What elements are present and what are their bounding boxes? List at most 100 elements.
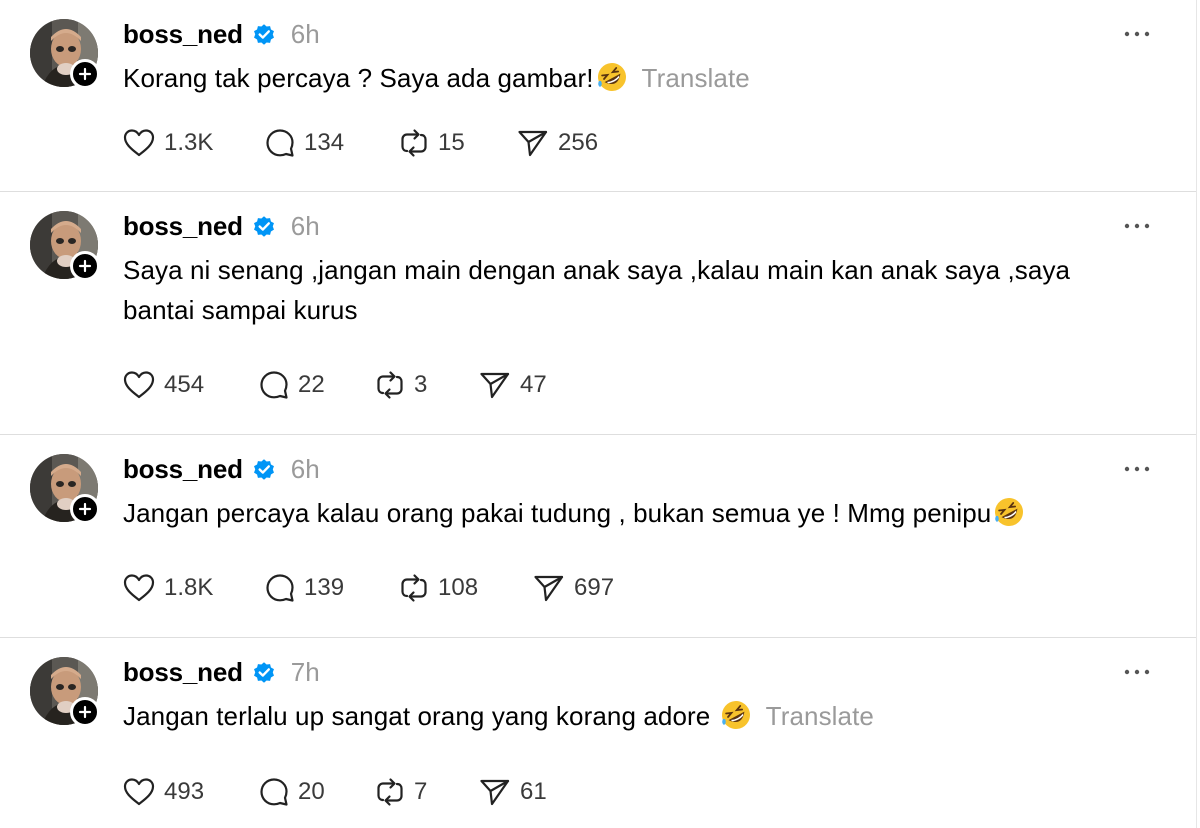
send-icon bbox=[534, 575, 564, 602]
more-options-icon[interactable] bbox=[1122, 22, 1152, 46]
like-count: 493 bbox=[164, 778, 205, 805]
comment-icon bbox=[266, 574, 294, 602]
action-bar: 493 20 7 61 bbox=[122, 774, 547, 810]
like-button[interactable]: 1.8K bbox=[122, 570, 264, 606]
repost-icon bbox=[401, 574, 427, 602]
username[interactable]: boss_ned bbox=[123, 454, 243, 485]
send-icon bbox=[518, 130, 548, 157]
reply-count: 139 bbox=[304, 574, 345, 601]
post-header: boss_ned 6h bbox=[123, 14, 320, 54]
reply-count: 22 bbox=[298, 371, 325, 398]
post-header: boss_ned 6h bbox=[123, 449, 320, 489]
post-body: Jangan percaya kalau orang pakai tudung … bbox=[123, 498, 992, 528]
username[interactable]: boss_ned bbox=[123, 211, 243, 242]
plus-icon bbox=[78, 67, 92, 81]
comment-icon bbox=[260, 371, 288, 399]
comment-icon bbox=[266, 129, 294, 157]
action-bar: 1.8K 139 108 697 bbox=[122, 570, 614, 606]
rolling-on-floor-laughing-emoji-icon bbox=[721, 701, 750, 729]
reply-button[interactable]: 134 bbox=[264, 125, 398, 161]
send-icon bbox=[480, 372, 510, 399]
rolling-on-floor-laughing-emoji-icon bbox=[597, 62, 626, 91]
verified-badge-icon bbox=[253, 459, 274, 480]
avatar-container[interactable] bbox=[30, 454, 102, 526]
reply-count: 134 bbox=[304, 129, 345, 156]
comment-icon bbox=[260, 778, 288, 806]
share-count: 697 bbox=[574, 574, 615, 601]
translate-link[interactable]: Translate bbox=[642, 63, 750, 93]
avatar-container[interactable] bbox=[30, 657, 102, 729]
more-options-icon[interactable] bbox=[1122, 660, 1152, 684]
share-button[interactable]: 61 bbox=[478, 774, 547, 810]
post-text: Korang tak percaya ? Saya ada gambar! Tr… bbox=[123, 58, 1163, 98]
username[interactable]: boss_ned bbox=[123, 19, 243, 50]
repost-icon bbox=[377, 778, 403, 806]
post-time[interactable]: 6h bbox=[291, 454, 320, 485]
translate-link[interactable]: Translate bbox=[766, 701, 874, 731]
repost-button[interactable]: 3 bbox=[374, 367, 478, 403]
repost-button[interactable]: 15 bbox=[398, 125, 516, 161]
repost-button[interactable]: 108 bbox=[398, 570, 532, 606]
like-button[interactable]: 493 bbox=[122, 774, 258, 810]
post-text: Jangan terlalu up sangat orang yang kora… bbox=[123, 696, 1163, 736]
more-options-icon[interactable] bbox=[1122, 214, 1152, 238]
post-time[interactable]: 6h bbox=[291, 211, 320, 242]
action-bar: 454 22 3 47 bbox=[122, 367, 547, 403]
plus-icon bbox=[78, 705, 92, 719]
post-body-line: Saya ni senang ,jangan main dengan anak … bbox=[123, 255, 1071, 285]
repost-count: 3 bbox=[414, 371, 428, 398]
post-time[interactable]: 7h bbox=[291, 657, 320, 688]
rolling-on-floor-laughing-emoji-icon bbox=[995, 498, 1024, 526]
heart-icon bbox=[123, 778, 155, 806]
avatar-container[interactable] bbox=[30, 211, 102, 283]
share-button[interactable]: 256 bbox=[516, 125, 598, 161]
heart-icon bbox=[123, 371, 155, 399]
post-header: boss_ned 7h bbox=[123, 652, 320, 692]
action-bar: 1.3K 134 15 256 bbox=[122, 125, 598, 161]
like-button[interactable]: 454 bbox=[122, 367, 258, 403]
follow-button[interactable] bbox=[70, 494, 100, 524]
avatar-container[interactable] bbox=[30, 19, 102, 91]
plus-icon bbox=[78, 259, 92, 273]
plus-icon bbox=[78, 502, 92, 516]
share-count: 61 bbox=[520, 778, 547, 805]
reply-button[interactable]: 22 bbox=[258, 367, 374, 403]
verified-badge-icon bbox=[253, 662, 274, 683]
verified-badge-icon bbox=[253, 24, 274, 45]
post-text: Jangan percaya kalau orang pakai tudung … bbox=[123, 493, 1163, 533]
repost-icon bbox=[401, 129, 427, 157]
repost-count: 15 bbox=[438, 129, 465, 156]
share-count: 47 bbox=[520, 371, 547, 398]
post[interactable]: boss_ned 6h Jangan percaya kalau orang p… bbox=[0, 435, 1196, 637]
follow-button[interactable] bbox=[70, 697, 100, 727]
username[interactable]: boss_ned bbox=[123, 657, 243, 688]
send-icon bbox=[480, 779, 510, 806]
repost-button[interactable]: 7 bbox=[374, 774, 478, 810]
reply-button[interactable]: 139 bbox=[264, 570, 398, 606]
repost-icon bbox=[377, 371, 403, 399]
like-count: 1.3K bbox=[164, 129, 214, 156]
repost-count: 108 bbox=[438, 574, 479, 601]
heart-icon bbox=[123, 129, 155, 157]
post-body-line: bantai sampai kurus bbox=[123, 295, 358, 325]
post-header: boss_ned 6h bbox=[123, 206, 320, 246]
post[interactable]: boss_ned 6h Saya ni senang ,jangan main … bbox=[0, 192, 1196, 434]
share-button[interactable]: 47 bbox=[478, 367, 547, 403]
like-count: 454 bbox=[164, 371, 205, 398]
repost-count: 7 bbox=[414, 778, 428, 805]
share-button[interactable]: 697 bbox=[532, 570, 614, 606]
share-count: 256 bbox=[558, 129, 599, 156]
post-time[interactable]: 6h bbox=[291, 19, 320, 50]
more-options-icon[interactable] bbox=[1122, 457, 1152, 481]
reply-button[interactable]: 20 bbox=[258, 774, 374, 810]
post[interactable]: boss_ned 6h Korang tak percaya ? Saya ad… bbox=[0, 0, 1196, 191]
post-body: Korang tak percaya ? Saya ada gambar! bbox=[123, 63, 594, 93]
like-button[interactable]: 1.3K bbox=[122, 125, 264, 161]
threads-feed: boss_ned 6h Korang tak percaya ? Saya ad… bbox=[0, 0, 1197, 828]
like-count: 1.8K bbox=[164, 574, 214, 601]
follow-button[interactable] bbox=[70, 59, 100, 89]
reply-count: 20 bbox=[298, 778, 325, 805]
follow-button[interactable] bbox=[70, 251, 100, 281]
heart-icon bbox=[123, 574, 155, 602]
post[interactable]: boss_ned 7h Jangan terlalu up sangat ora… bbox=[0, 638, 1196, 828]
